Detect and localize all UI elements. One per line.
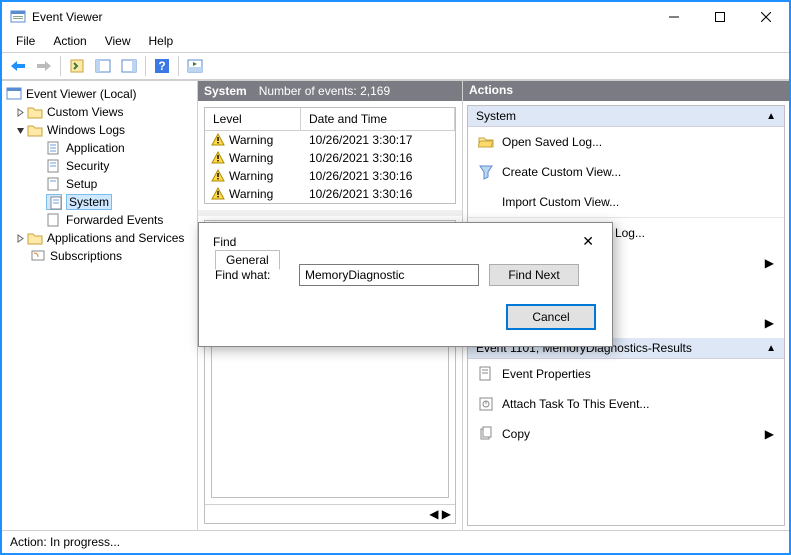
find-next-button[interactable]: Find Next xyxy=(489,264,579,286)
action-item[interactable]: Attach Task To This Event... xyxy=(468,389,784,419)
app-icon xyxy=(10,9,26,25)
tree-forwarded[interactable]: Forwarded Events xyxy=(2,211,197,229)
tree-custom-views[interactable]: Custom Views xyxy=(2,103,197,121)
find-what-label: Find what: xyxy=(215,268,289,282)
tree-apps-services[interactable]: Applications and Services xyxy=(2,229,197,247)
warning-icon xyxy=(211,133,225,147)
events-header: System Number of events: 2,169 xyxy=(198,81,462,101)
menu-help[interactable]: Help xyxy=(141,32,182,52)
chevron-right-icon: ▶ xyxy=(765,316,774,330)
action-item[interactable]: Create Custom View... xyxy=(468,157,784,187)
scroll-left-icon[interactable]: ◀ xyxy=(429,507,438,521)
panel-toggle-3[interactable] xyxy=(183,55,207,77)
actions-group-system[interactable]: System▲ xyxy=(468,106,784,127)
titlebar: Event Viewer xyxy=(2,2,789,32)
table-row[interactable]: Warning10/26/2021 3:30:17 xyxy=(205,131,455,149)
blank-icon xyxy=(478,194,494,210)
panel-toggle-1[interactable] xyxy=(91,55,115,77)
nav-tree: Event Viewer (Local) Custom Views Window… xyxy=(2,81,198,530)
menu-file[interactable]: File xyxy=(8,32,43,52)
warning-icon xyxy=(211,169,225,183)
find-dialog: Find ✕ Find what: Find Next Cancel xyxy=(198,222,613,347)
menu-action[interactable]: Action xyxy=(45,32,94,52)
window-title: Event Viewer xyxy=(32,10,651,24)
forward-button[interactable] xyxy=(32,55,56,77)
grid-header: Level Date and Time xyxy=(205,108,455,131)
tree-root[interactable]: Event Viewer (Local) xyxy=(2,85,197,103)
collapse-icon: ▲ xyxy=(766,343,776,354)
chevron-right-icon: ▶ xyxy=(765,427,774,441)
table-row[interactable]: Warning10/26/2021 3:30:16 xyxy=(205,185,455,203)
tree-security[interactable]: Security xyxy=(2,157,197,175)
menu-view[interactable]: View xyxy=(97,32,139,52)
warning-icon xyxy=(211,187,225,201)
find-what-input[interactable] xyxy=(299,264,479,286)
toolbar: ? xyxy=(2,52,789,80)
dialog-title: Find xyxy=(213,235,236,249)
task-icon xyxy=(478,396,494,412)
show-tree-button[interactable] xyxy=(65,55,89,77)
tree-windows-logs[interactable]: Windows Logs xyxy=(2,121,197,139)
maximize-button[interactable] xyxy=(697,2,743,32)
collapse-icon: ▲ xyxy=(766,111,776,122)
tab-general[interactable]: General xyxy=(215,250,280,270)
warning-icon xyxy=(211,151,225,165)
help-button[interactable]: ? xyxy=(150,55,174,77)
close-button[interactable] xyxy=(743,2,789,32)
dialog-close-button[interactable]: ✕ xyxy=(576,231,600,252)
tree-application[interactable]: Application xyxy=(2,139,197,157)
tree-system[interactable]: System xyxy=(2,193,197,211)
tree-subscriptions[interactable]: Subscriptions xyxy=(2,247,197,265)
tree-setup[interactable]: Setup xyxy=(2,175,197,193)
action-item[interactable]: Import Custom View... xyxy=(468,187,784,217)
minimize-button[interactable] xyxy=(651,2,697,32)
panel-toggle-2[interactable] xyxy=(117,55,141,77)
folder-open-icon xyxy=(478,134,494,150)
props-icon xyxy=(478,366,494,382)
action-item[interactable]: Copy▶ xyxy=(468,419,784,449)
status-bar: Action: In progress... xyxy=(2,530,789,553)
menubar: File Action View Help xyxy=(2,32,789,52)
actions-header: Actions xyxy=(463,81,789,101)
action-item[interactable]: Event Properties xyxy=(468,359,784,389)
action-item[interactable]: Open Saved Log... xyxy=(468,127,784,157)
col-datetime[interactable]: Date and Time xyxy=(301,108,455,130)
col-level[interactable]: Level xyxy=(205,108,301,130)
svg-text:?: ? xyxy=(158,59,165,73)
copy-icon xyxy=(478,426,494,442)
chevron-right-icon: ▶ xyxy=(765,256,774,270)
back-button[interactable] xyxy=(6,55,30,77)
table-row[interactable]: Warning10/26/2021 3:30:16 xyxy=(205,167,455,185)
table-row[interactable]: Warning10/26/2021 3:30:16 xyxy=(205,149,455,167)
cancel-button[interactable]: Cancel xyxy=(506,304,596,330)
funnel-icon xyxy=(478,164,494,180)
event-grid[interactable]: Level Date and Time Warning10/26/2021 3:… xyxy=(204,107,456,204)
scroll-right-icon[interactable]: ▶ xyxy=(442,507,451,521)
